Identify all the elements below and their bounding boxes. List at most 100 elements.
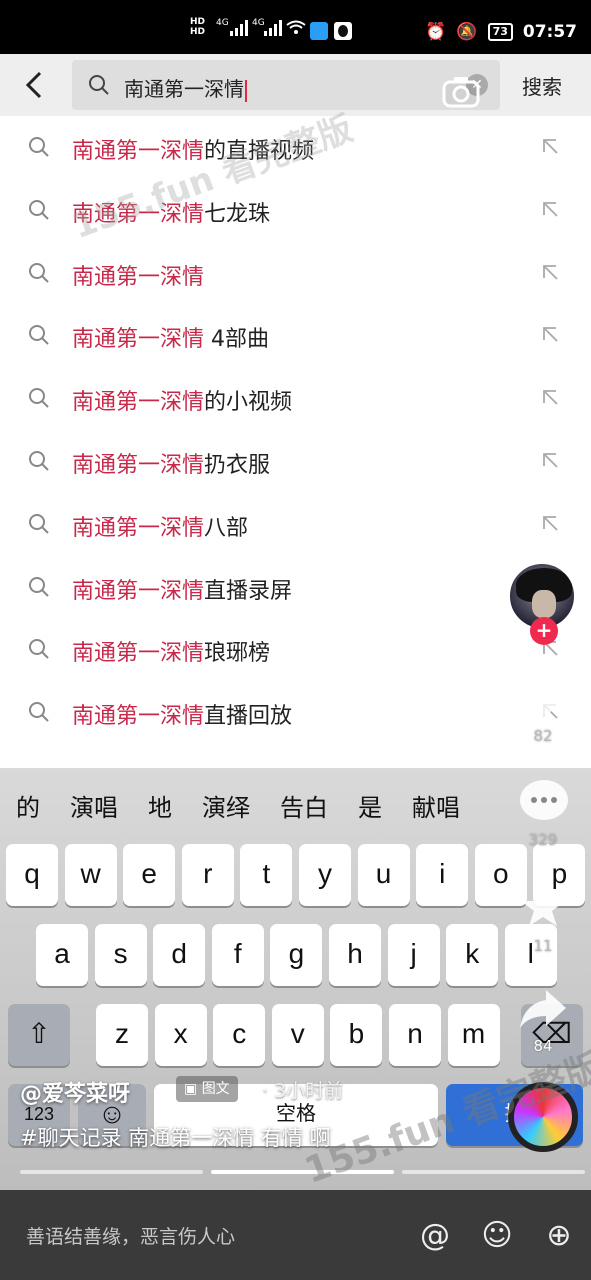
battery-indicator: 73 bbox=[487, 23, 513, 41]
suggestion-highlight: 南通第一深情 bbox=[72, 139, 205, 164]
suggestion-rest: 的小视频 bbox=[204, 390, 293, 416]
emoji-icon[interactable]: ☺ bbox=[480, 1220, 514, 1254]
suggestion-text: 南通第一深情 4部曲 bbox=[72, 321, 269, 353]
mention-icon[interactable]: @ bbox=[418, 1220, 452, 1254]
fill-query-arrow-icon[interactable] bbox=[540, 324, 560, 344]
search-header: 南通第一深情 ✕ 搜索 bbox=[0, 54, 591, 116]
candidate-word[interactable]: 告白 bbox=[280, 788, 328, 823]
key-m[interactable]: m bbox=[447, 1004, 500, 1066]
suggestion-text: 南通第一深情琅琊榜 bbox=[72, 635, 270, 667]
candidate-word[interactable]: 地 bbox=[148, 788, 172, 823]
suggestion-item[interactable]: 南通第一深情八部 bbox=[0, 493, 591, 556]
search-input[interactable]: 南通第一深情 ✕ bbox=[72, 60, 500, 110]
search-icon bbox=[29, 325, 49, 346]
candidate-word[interactable]: 的 bbox=[16, 788, 40, 823]
key-l[interactable]: l bbox=[504, 924, 557, 986]
candidate-bar: 的演唱地演绎 告白是献唱 bbox=[0, 768, 591, 842]
key-g[interactable]: g bbox=[270, 924, 323, 986]
post-author[interactable]: @爱芩菜呀 bbox=[20, 1076, 130, 1108]
suggestion-list: 南通第一深情的直播视频 南通第一深情七龙珠 南通第一深情 南通第一深情 4部曲 南通第一… bbox=[0, 116, 591, 744]
signal-4g-2: 4G bbox=[252, 18, 265, 28]
suggestion-item[interactable]: 南通第一深情 bbox=[0, 242, 591, 305]
suggestion-rest: 的直播视频 bbox=[204, 139, 315, 164]
wifi-icon bbox=[286, 20, 306, 34]
key-j[interactable]: j bbox=[387, 924, 440, 986]
post-time: · 3小时前 bbox=[262, 1080, 344, 1102]
suggestion-highlight: 南通第一深情 bbox=[72, 201, 205, 227]
search-icon bbox=[29, 388, 49, 408]
search-icon bbox=[89, 75, 109, 95]
key-s[interactable]: s bbox=[94, 924, 147, 986]
suggestion-rest: 七龙珠 bbox=[204, 201, 271, 227]
suggestion-highlight: 南通第一深情 bbox=[72, 452, 205, 478]
suggestion-highlight: 南通第一深情 bbox=[72, 264, 205, 290]
key-y[interactable]: y bbox=[299, 844, 351, 906]
signal-bars-icon bbox=[264, 20, 282, 36]
key-q[interactable]: q bbox=[6, 844, 58, 906]
suggestion-item[interactable]: 南通第一深情直播录屏 bbox=[0, 556, 591, 619]
fill-query-arrow-icon[interactable] bbox=[540, 450, 560, 470]
suggestion-text: 南通第一深情直播录屏 bbox=[72, 573, 292, 605]
key-u[interactable]: u bbox=[357, 844, 410, 906]
key-v[interactable]: v bbox=[271, 1004, 324, 1066]
suggestion-item[interactable]: 南通第一深情的小视频 bbox=[0, 367, 591, 430]
comment-count: 329 bbox=[528, 831, 558, 849]
follow-plus-button[interactable]: + bbox=[530, 617, 558, 645]
fill-query-arrow-icon[interactable] bbox=[540, 262, 560, 282]
suggestion-item[interactable]: 南通第一深情直播回放 bbox=[0, 681, 591, 744]
suggestion-text: 南通第一深情 bbox=[72, 259, 204, 291]
candidate-word[interactable]: 献唱 bbox=[412, 788, 460, 823]
favorite-count: 11 bbox=[533, 937, 553, 955]
favorite-star-icon[interactable] bbox=[520, 884, 566, 928]
key-a[interactable]: a bbox=[36, 924, 88, 986]
candidate-word[interactable]: 演唱 bbox=[70, 788, 118, 823]
share-arrow-icon[interactable] bbox=[518, 988, 568, 1032]
candidate-word[interactable]: 演绎 bbox=[202, 788, 250, 823]
music-disc-icon[interactable] bbox=[508, 1082, 578, 1152]
key-t[interactable]: t bbox=[240, 844, 293, 906]
key-i[interactable]: i bbox=[416, 844, 469, 906]
hd-indicator: HD HD bbox=[190, 17, 206, 37]
back-arrow-icon[interactable] bbox=[22, 70, 46, 100]
key-e[interactable]: e bbox=[123, 844, 176, 906]
search-button[interactable]: 搜索 bbox=[522, 71, 562, 100]
suggestion-item[interactable]: 南通第一深情琅琊榜 bbox=[0, 618, 591, 681]
key-o[interactable]: o bbox=[474, 844, 527, 906]
screen: { "status_bar": { "hd_top": "HD", "hd_bo… bbox=[0, 0, 591, 1280]
fill-query-arrow-icon[interactable] bbox=[540, 136, 560, 156]
slide-progress bbox=[20, 1170, 585, 1174]
suggestion-item[interactable]: 南通第一深情的直播视频 bbox=[0, 116, 591, 179]
camera-icon[interactable] bbox=[442, 74, 480, 108]
suggestion-rest: 八部 bbox=[204, 515, 249, 541]
qq-icon bbox=[334, 22, 352, 40]
key-c[interactable]: c bbox=[213, 1004, 266, 1066]
suggestion-item[interactable]: 南通第一深情七龙珠 bbox=[0, 179, 591, 242]
suggestion-item[interactable]: 南通第一深情扔衣服 bbox=[0, 430, 591, 493]
status-right: ⏰ 🔕 73 07:57 bbox=[425, 22, 577, 42]
key-row-2: asdfghjkl bbox=[0, 924, 591, 986]
suggestion-item[interactable]: 南通第一深情 4部曲 bbox=[0, 304, 591, 367]
key-x[interactable]: x bbox=[154, 1004, 207, 1066]
key-n[interactable]: n bbox=[389, 1004, 441, 1066]
key-z[interactable]: z bbox=[96, 1004, 148, 1066]
fill-query-arrow-icon[interactable] bbox=[540, 199, 560, 219]
add-icon[interactable]: ⊕ bbox=[542, 1220, 576, 1254]
key-k[interactable]: k bbox=[446, 924, 499, 986]
key-r[interactable]: r bbox=[181, 844, 234, 906]
key-w[interactable]: w bbox=[64, 844, 117, 906]
fill-query-arrow-icon[interactable] bbox=[540, 513, 560, 533]
shift-key[interactable]: ⇧ bbox=[8, 1004, 70, 1066]
key-b[interactable]: b bbox=[330, 1004, 383, 1066]
like-icon[interactable] bbox=[516, 672, 570, 724]
search-icon bbox=[29, 702, 49, 722]
comment-bar: 善语结善缘，恶言伤人心 @ ☺ ⊕ bbox=[0, 1190, 591, 1280]
comment-input[interactable]: 善语结善缘，恶言伤人心 bbox=[26, 1222, 235, 1249]
key-row-3: ⇧ ⌫ zxcvbnm bbox=[0, 1004, 591, 1066]
comment-icon[interactable] bbox=[518, 778, 570, 826]
key-f[interactable]: f bbox=[211, 924, 264, 986]
fill-query-arrow-icon[interactable] bbox=[540, 387, 560, 407]
suggestion-highlight: 南通第一深情 bbox=[72, 704, 205, 730]
key-h[interactable]: h bbox=[329, 924, 381, 986]
candidate-word[interactable]: 是 bbox=[358, 788, 382, 823]
key-d[interactable]: d bbox=[153, 924, 206, 986]
